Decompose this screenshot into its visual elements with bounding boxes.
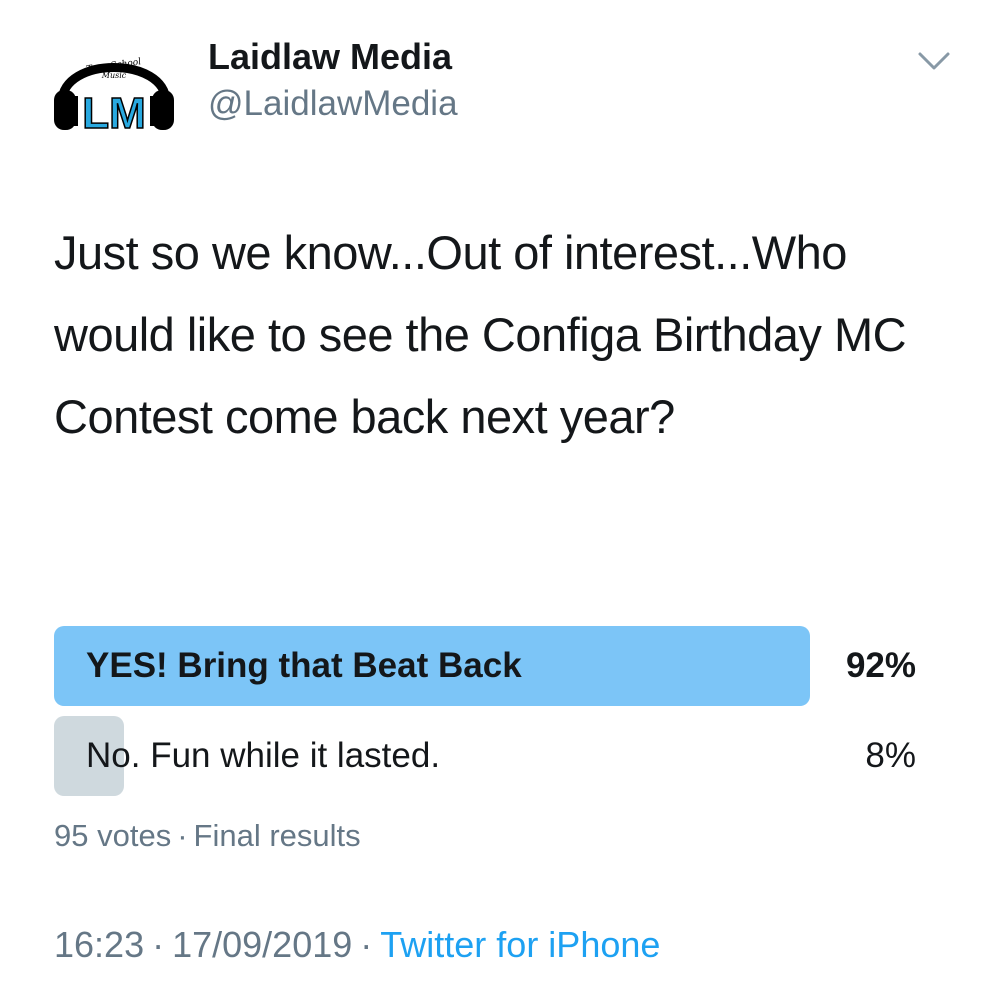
footer-separator: ·: [152, 924, 165, 965]
tweet-time[interactable]: 16:23: [54, 924, 144, 965]
author-name[interactable]: Laidlaw Media: [208, 36, 452, 78]
poll-option: YES! Bring that Beat Back 92%: [54, 626, 924, 706]
footer-separator: ·: [360, 924, 373, 965]
headphones-logo-icon: LM True-School Music: [54, 57, 174, 139]
poll-option-percent: 92%: [845, 646, 916, 685]
poll-status: Final results: [193, 818, 361, 853]
tweet-text: Just so we know...Out of interest...Who …: [54, 226, 907, 443]
poll-option-percent: 8%: [865, 736, 916, 775]
chevron-down-icon: [918, 52, 950, 70]
tweet-date[interactable]: 17/09/2019: [172, 924, 352, 965]
more-options-button[interactable]: [916, 46, 952, 76]
tweet-footer: 16:23 · 17/09/2019 · Twitter for iPhone: [54, 924, 660, 966]
poll-option-label: YES! Bring that Beat Back: [86, 646, 522, 685]
svg-text:Music: Music: [101, 71, 127, 80]
author-handle[interactable]: @LaidlawMedia: [208, 84, 458, 124]
poll: YES! Bring that Beat Back 92% No. Fun whil…: [54, 626, 924, 806]
poll-option: No. Fun while it lasted. 8%: [54, 716, 924, 796]
poll-meta: 95 votes · Final results: [54, 818, 361, 854]
tweet: LM True-School Music Laidlaw Media @Laid…: [0, 0, 1000, 1000]
avatar-initials: LM: [82, 89, 146, 134]
poll-option-label: No. Fun while it lasted.: [86, 736, 441, 775]
poll-separator: ·: [177, 818, 188, 853]
poll-votes: 95 votes: [54, 818, 172, 853]
avatar[interactable]: LM True-School Music: [52, 38, 176, 139]
tweet-source-link[interactable]: Twitter for iPhone: [380, 924, 660, 965]
